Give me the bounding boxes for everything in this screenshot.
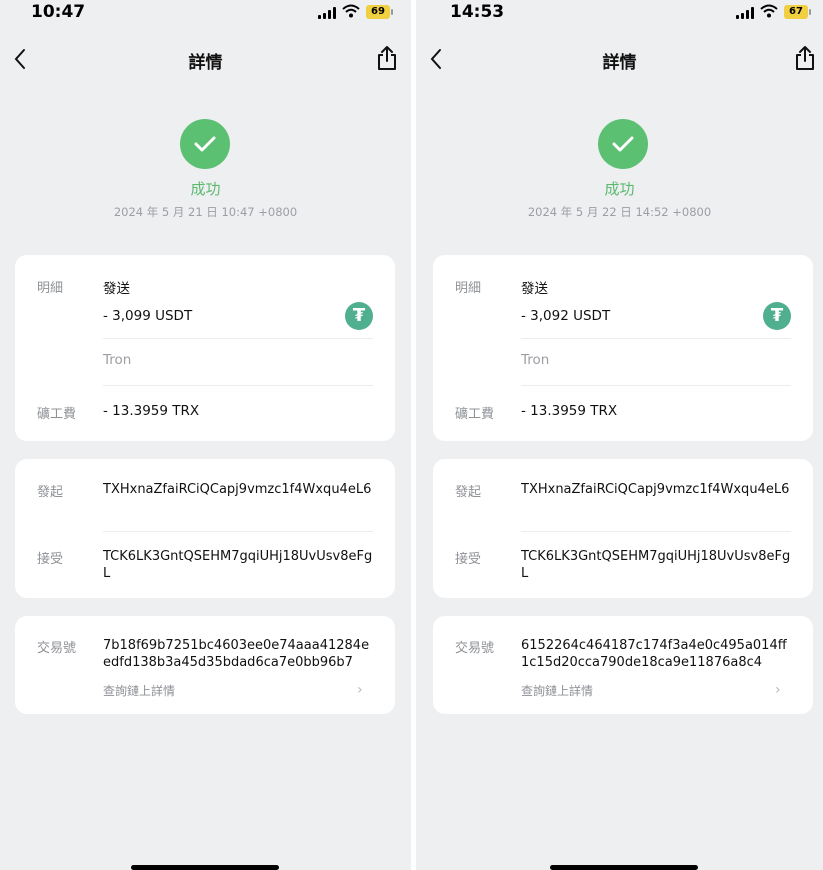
to-address[interactable]: TCK6LK3GntQSEHM7gqiUHj18UvUsv8eFgL [103,548,375,582]
to-label: 接受 [455,552,482,567]
tx-hash[interactable]: 6152264c464187c174f3a4e0c495a014ff1c15d2… [521,637,793,671]
nav-bar: 詳情 [0,40,411,80]
chevron-right-icon[interactable]: › [357,682,363,698]
screenshot: 10:47 69 詳情 成功 2024 年 5 月 21 日 10:47 +08… [0,0,823,870]
from-address[interactable]: TXHxnaZfaiRCiQCapj9vmzc1f4Wxqu4eL6 [521,481,793,498]
phone-screen-left: 10:47 69 詳情 成功 2024 年 5 月 21 日 10:47 +08… [0,0,411,870]
fee-text: - 13.3959 TRX [521,403,618,419]
transaction-datetime: 2024 年 5 月 21 日 10:47 +0800 [113,205,298,219]
fee-label: 礦工費 [455,407,495,422]
addresses-card: 發起 TXHxnaZfaiRCiQCapj9vmzc1f4Wxqu4eL6 接受… [15,459,395,598]
network-text: Tron [103,352,132,368]
battery-icon: 69 [366,5,393,19]
success-checkmark-icon [598,119,648,169]
status-time: 14:53 [450,2,505,22]
divider [103,531,373,532]
page-title: 詳情 [188,53,223,73]
share-button[interactable] [376,45,398,71]
view-onchain-link[interactable]: 查詢鏈上詳情 [103,682,175,699]
chevron-right-icon[interactable]: › [775,682,781,698]
addresses-card: 發起 TXHxnaZfaiRCiQCapj9vmzc1f4Wxqu4eL6 接受… [433,459,813,598]
from-label: 發起 [37,485,64,500]
view-onchain-link[interactable]: 查詢鏈上詳情 [521,682,593,699]
divider [103,338,373,339]
tether-icon: ₮ [345,302,373,330]
fee-text: - 13.3959 TRX [103,403,200,419]
divider [521,531,791,532]
transaction-status: 成功 [190,180,221,198]
tether-icon: ₮ [763,302,791,330]
divider [521,338,791,339]
transaction-card: 交易號 6152264c464187c174f3a4e0c495a014ff1c… [433,616,813,714]
tx-hash-label: 交易號 [37,641,77,656]
amount-text: - 3,092 USDT [521,308,611,324]
details-label: 明細 [37,281,64,296]
page-title: 詳情 [602,53,637,73]
share-button[interactable] [794,45,816,71]
battery-icon: 67 [784,5,811,19]
signal-icon [318,7,338,19]
transaction-status: 成功 [604,180,635,198]
status-time: 10:47 [31,2,86,22]
wifi-icon [760,4,778,18]
phone-screen-right: 14:53 67 詳情 成功 2024 年 5 月 22 日 14:52 +08… [416,0,823,870]
tx-hash-label: 交易號 [455,641,495,656]
transaction-card: 交易號 7b18f69b7251bc4603ee0e74aaa41284eedf… [15,616,395,714]
divider [103,385,373,386]
to-address[interactable]: TCK6LK3GntQSEHM7gqiUHj18UvUsv8eFgL [521,548,793,582]
network-text: Tron [521,352,550,368]
from-address[interactable]: TXHxnaZfaiRCiQCapj9vmzc1f4Wxqu4eL6 [103,481,375,498]
home-indicator[interactable] [131,865,279,870]
success-checkmark-icon [180,119,230,169]
divider [521,385,791,386]
status-bar: 14:53 67 [416,0,823,26]
action-text: 發送 [521,281,548,297]
from-label: 發起 [455,485,482,500]
wifi-icon [342,4,360,18]
status-bar: 10:47 69 [0,0,411,26]
details-card: 明細 發送 - 3,099 USDT ₮ Tron 礦工費 - 13.3959 … [15,255,395,441]
transaction-datetime: 2024 年 5 月 22 日 14:52 +0800 [527,205,712,219]
fee-label: 礦工費 [37,407,77,422]
tx-hash[interactable]: 7b18f69b7251bc4603ee0e74aaa41284eedfd138… [103,637,375,671]
details-card: 明細 發送 - 3,092 USDT ₮ Tron 礦工費 - 13.3959 … [433,255,813,441]
details-label: 明細 [455,281,482,296]
nav-bar: 詳情 [416,40,823,80]
home-indicator[interactable] [550,865,698,870]
action-text: 發送 [103,281,130,297]
amount-text: - 3,099 USDT [103,308,193,324]
signal-icon [736,7,756,19]
to-label: 接受 [37,552,64,567]
